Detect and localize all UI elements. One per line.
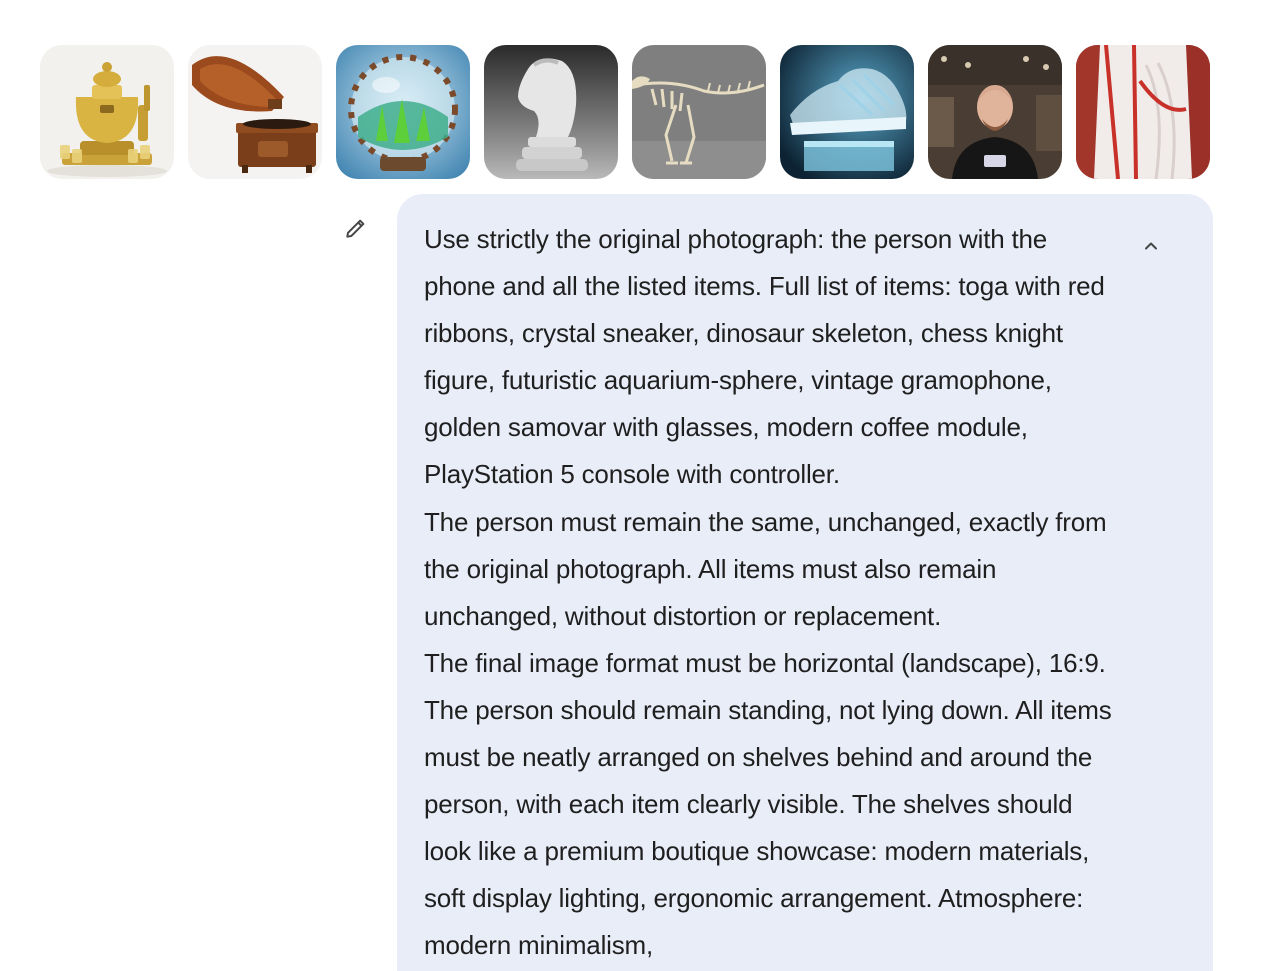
crystal-sneaker-image xyxy=(780,45,914,179)
user-message-bubble: Use strictly the original photograph: th… xyxy=(397,194,1213,971)
gramophone-image xyxy=(188,45,322,179)
attachment-thumbnail-chess-knight[interactable] xyxy=(484,45,618,179)
attachment-thumbnail-gramophone[interactable] xyxy=(188,45,322,179)
attachment-thumbnail-dinosaur[interactable] xyxy=(632,45,766,179)
message-paragraph-2: The person must remain the same, unchang… xyxy=(424,506,1107,631)
person-with-phone-image xyxy=(928,45,1062,179)
chevron-up-icon xyxy=(1145,242,1157,250)
collapse-message-button[interactable] xyxy=(1135,230,1167,262)
attachment-thumbnail-crystal-sneaker[interactable] xyxy=(780,45,914,179)
attachment-thumbnail-aquarium[interactable] xyxy=(336,45,470,179)
toga-image xyxy=(1076,45,1210,179)
attachment-thumbnail-person[interactable] xyxy=(928,45,1062,179)
samovar-image xyxy=(40,45,174,179)
pencil-icon xyxy=(346,219,365,238)
chat-view: Use strictly the original photograph: th… xyxy=(0,0,1280,971)
dinosaur-skeleton-image xyxy=(632,45,766,179)
edit-prompt-button[interactable] xyxy=(340,212,372,244)
aquarium-sphere-image xyxy=(336,45,470,179)
message-paragraph-3: The final image format must be horizonta… xyxy=(424,647,1112,961)
message-paragraph-1: Use strictly the original photograph: th… xyxy=(424,224,1105,490)
attachment-thumbnail-samovar[interactable] xyxy=(40,45,174,179)
chess-knight-image xyxy=(484,45,618,179)
attachment-thumbnails xyxy=(40,45,1210,179)
attachment-thumbnail-toga[interactable] xyxy=(1076,45,1210,179)
message-text: Use strictly the original photograph: th… xyxy=(424,216,1124,970)
